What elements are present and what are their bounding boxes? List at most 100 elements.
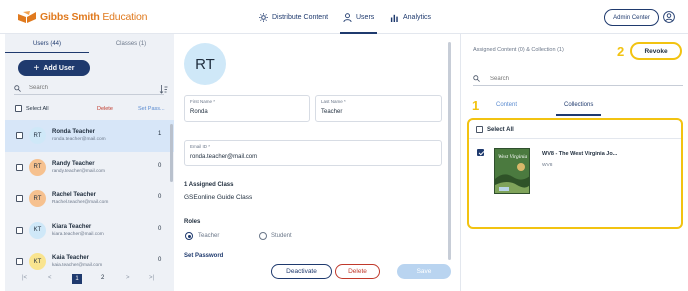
save-button[interactable]: Save bbox=[397, 264, 451, 279]
plus-icon: + bbox=[33, 62, 40, 74]
list-item[interactable]: KT Kiara Teacher kiara.teacher@mail.com … bbox=[5, 215, 174, 247]
list-scrollbar[interactable] bbox=[170, 124, 173, 182]
bar-chart-icon bbox=[390, 14, 398, 22]
user-email: ronda.teacher@mail.com bbox=[52, 137, 106, 142]
content-search-input[interactable] bbox=[490, 75, 670, 82]
step-badge-1: 1 bbox=[472, 98, 480, 113]
nav-distribute-content[interactable]: Distribute Content bbox=[259, 0, 328, 34]
user-detail-panel: RT First Name * Ronda Last Name * Teache… bbox=[174, 34, 461, 291]
book-cover-image[interactable]: West Virginia bbox=[494, 148, 530, 194]
user-name: Randy Teacher bbox=[52, 160, 95, 167]
step-badge-2: 2 bbox=[617, 44, 625, 59]
nav-label: Distribute Content bbox=[272, 13, 329, 21]
set-password-link[interactable]: Set Password bbox=[184, 253, 223, 259]
collection-checkbox[interactable] bbox=[477, 149, 484, 156]
top-header: Gibbs Smith Education Distribute Content… bbox=[0, 0, 688, 34]
next-page-button[interactable]: > bbox=[126, 275, 130, 281]
row-checkbox[interactable] bbox=[16, 132, 23, 139]
first-name-label: First Name * bbox=[190, 99, 216, 104]
avatar: RT bbox=[29, 158, 46, 176]
user-email: kaia.teacher@mail.com bbox=[52, 263, 103, 268]
search-icon bbox=[473, 75, 480, 82]
user-class-count: 1 bbox=[158, 131, 162, 137]
email-field[interactable]: Email ID * ronda.teacher@mail.com bbox=[184, 140, 442, 166]
last-page-button[interactable]: >| bbox=[149, 275, 154, 281]
user-class-count: 0 bbox=[158, 162, 162, 169]
row-checkbox[interactable] bbox=[16, 258, 23, 265]
user-email: randy.teacher@mail.com bbox=[52, 168, 106, 174]
last-name-value: Teacher bbox=[321, 109, 343, 115]
users-classes-tabs: Users (44) Classes (1) bbox=[5, 34, 174, 53]
list-item[interactable]: RT Ronda Teacher ronda.teacher@mail.com … bbox=[5, 120, 174, 152]
tab-content[interactable]: Content bbox=[496, 102, 517, 108]
list-item[interactable]: RT Randy Teacher randy.teacher@mail.com … bbox=[5, 152, 174, 184]
user-email: Rachel.teacher@mail.com bbox=[52, 200, 109, 205]
assigned-class-name: GSEonline Guide Class bbox=[184, 194, 253, 201]
sort-icon[interactable] bbox=[159, 84, 168, 94]
admin-center-button[interactable]: Admin Center bbox=[604, 9, 659, 26]
page-2-button[interactable]: 2 bbox=[101, 275, 104, 281]
user-class-count: 0 bbox=[158, 194, 162, 200]
collections-list: Select All West Virginia WV8 - The West … bbox=[467, 118, 683, 229]
role-teacher-radio[interactable] bbox=[185, 232, 193, 240]
bulk-set-password-link[interactable]: Set Pass... bbox=[138, 106, 165, 112]
user-avatar: RT bbox=[184, 43, 226, 85]
row-checkbox[interactable] bbox=[16, 226, 23, 234]
nav-label: Users bbox=[356, 13, 375, 21]
user-name: Kiara Teacher bbox=[52, 223, 92, 230]
sun-icon bbox=[259, 12, 268, 22]
role-teacher-label: Teacher bbox=[198, 233, 220, 239]
brand-logo[interactable]: Gibbs Smith Education bbox=[17, 11, 147, 23]
assigned-class-heading: 1 Assigned Class bbox=[184, 182, 234, 188]
roles-heading: Roles bbox=[184, 219, 201, 225]
divider bbox=[469, 138, 681, 139]
pagination: |< < 1 2 > >| bbox=[5, 272, 174, 286]
email-label: Email ID * bbox=[190, 144, 211, 149]
avatar: RT bbox=[29, 190, 46, 207]
user-email: kiara.teacher@mail.com bbox=[52, 231, 104, 237]
prev-page-button[interactable]: < bbox=[48, 275, 52, 281]
page-1-button[interactable]: 1 bbox=[72, 274, 82, 284]
last-name-field[interactable]: Last Name * Teacher bbox=[315, 95, 442, 122]
content-search bbox=[473, 72, 683, 86]
row-checkbox[interactable] bbox=[16, 163, 23, 171]
tab-collections[interactable]: Collections bbox=[555, 102, 602, 116]
add-user-label: Add User bbox=[43, 64, 75, 72]
first-page-button[interactable]: |< bbox=[22, 275, 27, 281]
assigned-content-panel: Assigned Content (0) & Collection (1) 2 … bbox=[462, 34, 688, 291]
role-student-radio[interactable] bbox=[259, 232, 267, 240]
select-all-label: Select All bbox=[487, 126, 514, 133]
tab-users[interactable]: Users (44) bbox=[5, 34, 89, 53]
list-item[interactable]: RT Rachel Teacher Rachel.teacher@mail.co… bbox=[5, 183, 174, 215]
search-input[interactable] bbox=[29, 85, 149, 91]
book-logo-icon bbox=[18, 11, 36, 23]
first-name-field[interactable]: First Name * Ronda bbox=[184, 95, 310, 122]
user-list: RT Ronda Teacher ronda.teacher@mail.com … bbox=[5, 120, 174, 278]
content-tabs: Content Collections bbox=[482, 98, 682, 116]
avatar: KT bbox=[29, 221, 46, 239]
account-icon[interactable] bbox=[663, 11, 675, 23]
user-class-count: 0 bbox=[158, 225, 162, 232]
delete-button[interactable]: Delete bbox=[335, 264, 380, 279]
revoke-button[interactable]: Revoke bbox=[630, 42, 682, 60]
row-checkbox[interactable] bbox=[16, 195, 23, 202]
detail-scrollbar[interactable] bbox=[448, 42, 451, 260]
assigned-content-heading: Assigned Content (0) & Collection (1) bbox=[473, 47, 564, 53]
user-name: Rachel Teacher bbox=[52, 192, 96, 198]
deactivate-button[interactable]: Deactivate bbox=[271, 264, 332, 279]
first-name-value: Ronda bbox=[190, 109, 208, 115]
nav-analytics[interactable]: Analytics bbox=[390, 0, 431, 34]
collection-code: WV8 bbox=[542, 163, 553, 168]
select-all-checkbox[interactable] bbox=[15, 105, 22, 112]
select-all-checkbox[interactable] bbox=[476, 126, 483, 133]
add-user-button[interactable]: + Add User bbox=[18, 60, 90, 76]
bulk-actions: Select All Delete Set Pass... bbox=[15, 104, 165, 113]
avatar: RT bbox=[29, 127, 46, 144]
collections-select-all[interactable]: Select All bbox=[476, 126, 514, 133]
collection-title[interactable]: WV8 - The West Virginia Jo... bbox=[542, 151, 617, 157]
tab-classes[interactable]: Classes (1) bbox=[89, 34, 173, 53]
bulk-delete-link[interactable]: Delete bbox=[97, 106, 113, 112]
nav-users[interactable]: Users bbox=[339, 0, 378, 34]
user-name: Ronda Teacher bbox=[52, 129, 95, 135]
email-value: ronda.teacher@mail.com bbox=[190, 154, 258, 160]
